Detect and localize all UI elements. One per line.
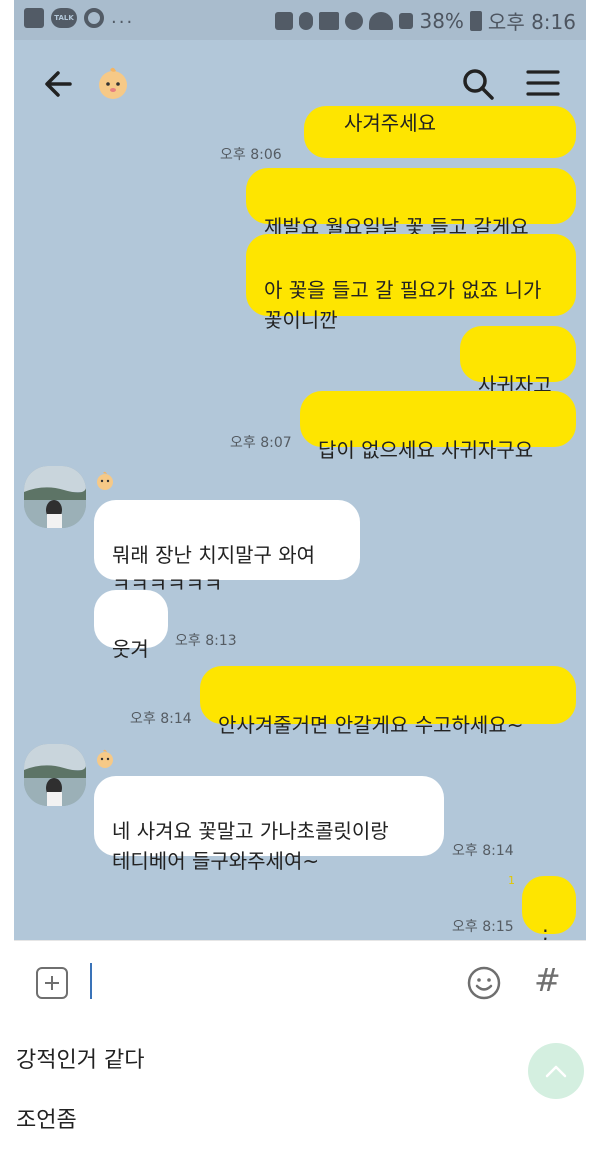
chat-screen: TALK ... 38% 오후 8:16 사겨주세요 오후 8:06 제발요 월… — [14, 0, 586, 940]
battery-percent: 38% — [419, 8, 464, 33]
scroll-to-top-button[interactable] — [528, 1043, 584, 1099]
more-notifications-icon: ... — [111, 7, 135, 28]
my-message-bubble[interactable]: 사겨주세요 — [304, 106, 576, 158]
comment-text: 강적인거 같다 — [16, 1048, 145, 1073]
message-text: 답이 없으세요 사귀자구요 — [318, 438, 534, 462]
mute-icon — [319, 11, 340, 30]
hashtag-search-button[interactable]: # — [534, 961, 561, 999]
gallery-notification-icon — [24, 8, 44, 28]
plus-attach-icon[interactable] — [36, 967, 68, 999]
message-time: 오후 8:14 — [452, 843, 514, 859]
chevron-up-icon — [545, 1065, 567, 1078]
unread-count: 1 — [508, 874, 515, 887]
my-message-bubble[interactable]: 답이 없으세요 사귀자구요 — [300, 391, 576, 462]
hamburger-menu-icon[interactable] — [526, 68, 560, 98]
message-time: 오후 8:15 — [452, 919, 514, 935]
message-text: 아 꽃을 들고 갈 필요가 없죠 니가 꽃이니깐 — [264, 278, 542, 332]
partner-name-emoji-icon — [97, 749, 113, 768]
kakaotalk-notification-icon: TALK — [51, 8, 77, 28]
message-time: 오후 8:14 — [130, 711, 192, 727]
message-text: 안사겨줄거면 안갈게요 수고하세요~ — [218, 713, 524, 737]
message-time: 오후 8:07 — [230, 435, 292, 451]
comment-text: 조언좀 — [16, 1108, 77, 1133]
wifi-icon — [369, 11, 394, 30]
message-time: 오후 8:13 — [175, 633, 237, 649]
battery-icon — [469, 10, 482, 31]
message-input-bar: # — [14, 940, 586, 1022]
emoji-icon[interactable] — [466, 965, 502, 1001]
partner-message-bubble[interactable]: 웃겨 — [94, 590, 168, 661]
my-message-bubble[interactable]: 사귀자고 — [460, 326, 576, 397]
my-message-bubble[interactable]: 아 꽃을 들고 갈 필요가 없죠 니가 꽃이니깐 — [246, 234, 576, 332]
my-message-bubble[interactable]: ; — [522, 876, 576, 940]
partner-message-bubble[interactable]: 네 사겨요 꽃말고 가나초콜릿이랑 테디베어 들구와주세여~ — [94, 776, 444, 873]
my-message-bubble[interactable]: 제발요 월요일날 꽃 들고 갈게요 — [246, 168, 576, 239]
message-text: 네 사겨요 꽃말고 가나초콜릿이랑 테디베어 들구와주세여~ — [112, 819, 389, 873]
search-icon[interactable] — [460, 66, 496, 102]
partner-message-bubble[interactable]: 뭐래 장난 치지말구 와여 ㅋㅋㅋㅋㅋㅋ — [94, 500, 360, 597]
alarm-icon — [345, 11, 364, 30]
clock: 오후 8:16 — [487, 10, 576, 34]
message-time: 오후 8:06 — [220, 147, 282, 163]
partner-profile-photo[interactable] — [24, 744, 86, 806]
message-text: ; — [542, 921, 549, 940]
message-text: 뭐래 장난 치지말구 와여 ㅋㅋㅋㅋㅋㅋ — [112, 543, 316, 597]
message-input[interactable] — [90, 963, 92, 999]
message-text: 웃겨 — [112, 637, 149, 661]
back-arrow-icon[interactable] — [40, 66, 80, 102]
chat-partner-emoji-icon[interactable] — [96, 66, 130, 102]
my-message-bubble[interactable]: 안사겨줄거면 안갈게요 수고하세요~ — [200, 666, 576, 737]
partner-name-emoji-icon — [97, 471, 113, 490]
media-notification-icon — [84, 8, 104, 28]
partner-profile-photo[interactable] — [24, 466, 86, 528]
sd-card-icon — [275, 11, 294, 30]
status-bar: TALK ... 38% 오후 8:16 — [14, 0, 586, 40]
signal-icon — [399, 12, 414, 29]
message-text: 사겨주세요 — [344, 111, 436, 135]
bluetooth-icon — [299, 11, 314, 30]
